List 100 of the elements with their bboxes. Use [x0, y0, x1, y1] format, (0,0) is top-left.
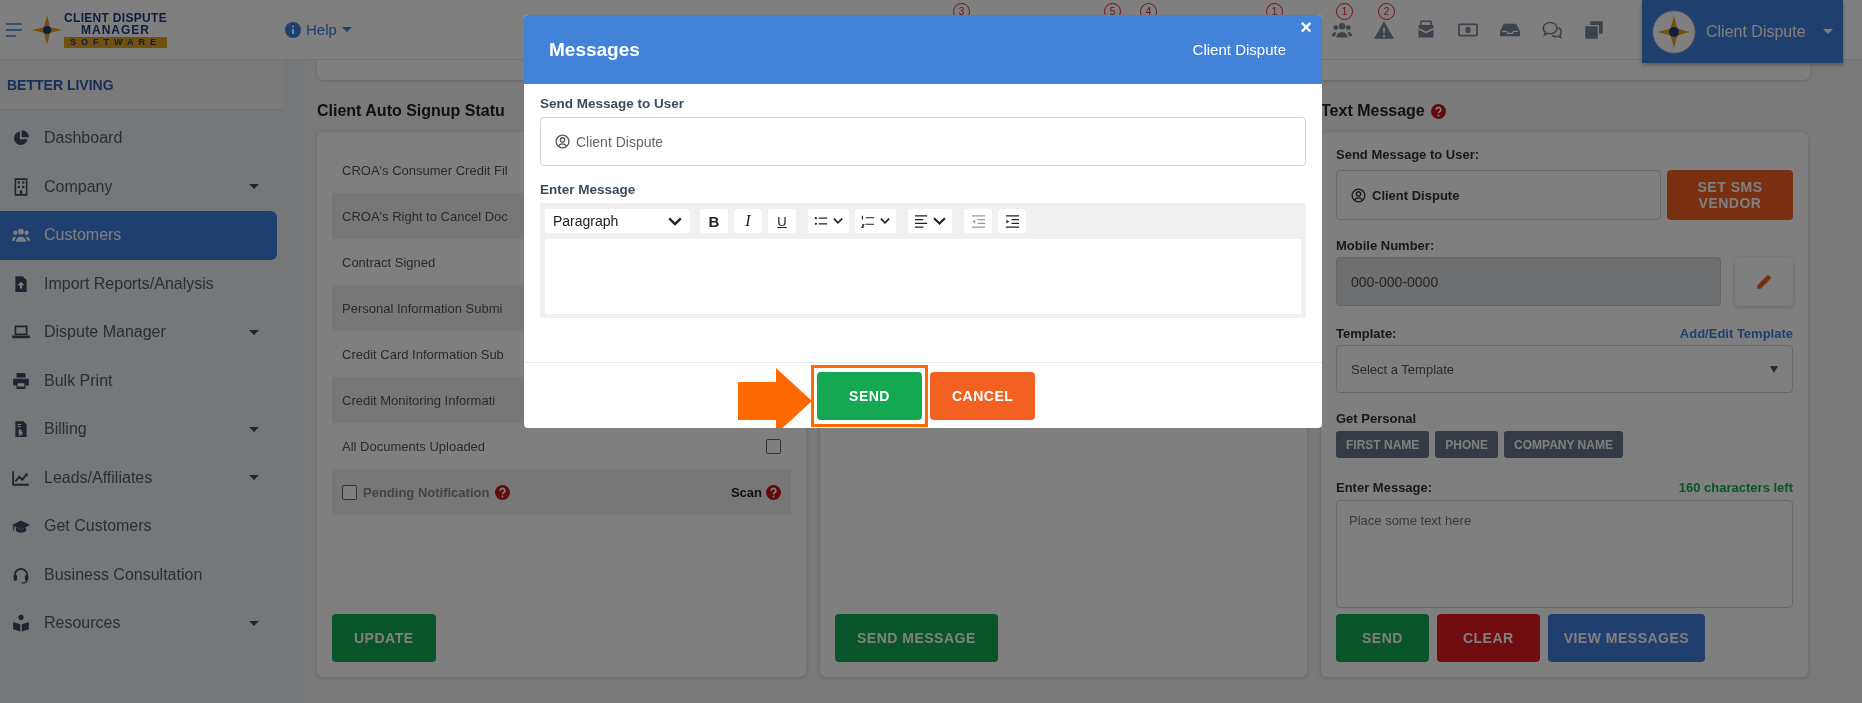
recipient-field[interactable]: Client Dispute: [1336, 170, 1661, 220]
chevron-icon: [880, 217, 890, 225]
align-left-icon: [914, 213, 929, 229]
bulleted-list-button[interactable]: [808, 209, 849, 233]
sidebar-item[interactable]: Dispute Manager: [0, 308, 277, 357]
invoice-icon: [12, 420, 30, 439]
sidebar-item[interactable]: Company: [0, 162, 277, 211]
template-select[interactable]: Select a Template: [1336, 345, 1793, 393]
field-label: Send Message to User: [540, 96, 686, 111]
building-icon: [12, 177, 30, 196]
character-counter: 160 characters left: [1678, 480, 1793, 495]
underline-button[interactable]: U: [768, 209, 796, 233]
notification-badge: 2: [1378, 2, 1395, 20]
pencil-icon: [1755, 272, 1773, 291]
dialog-subtitle: Client Dispute: [1192, 41, 1286, 58]
field-label: Mobile Number:: [1336, 238, 1436, 253]
copy-icon: [1584, 19, 1604, 40]
dropdown-arrow-icon: [1770, 365, 1778, 373]
bold-button[interactable]: B: [700, 209, 728, 233]
numbered-list-button[interactable]: [855, 209, 896, 233]
caret-icon: [1823, 29, 1833, 34]
caret-icon: [249, 184, 259, 190]
field-label: Enter Message:: [1336, 480, 1433, 495]
user-menu[interactable]: Client Dispute: [1642, 0, 1843, 63]
recipient-field[interactable]: Client Dispute: [540, 117, 1306, 166]
placeholder-tag-button[interactable]: COMPANY NAME: [1504, 431, 1623, 458]
chevron-icon: [833, 217, 843, 225]
status-label: All Documents Uploaded: [342, 438, 486, 454]
bulleted-list-icon: [814, 214, 829, 228]
notification-badge: 1: [1336, 2, 1353, 20]
status-label: CROA's Right to Cancel Doc: [342, 208, 508, 224]
chat-icon: [1542, 19, 1562, 40]
compass-star-icon: [32, 14, 62, 45]
placeholder-tag-button[interactable]: FIRST NAME: [1336, 431, 1430, 458]
book-reader-icon: [12, 614, 30, 633]
paragraph-format-select[interactable]: Paragraph: [545, 209, 690, 233]
user-icon: [1351, 187, 1366, 203]
sidebar-item[interactable]: Resources: [0, 599, 277, 648]
add-edit-template-link[interactable]: Add/Edit Template: [1679, 326, 1793, 341]
user-name: Client Dispute: [1706, 22, 1806, 41]
info-icon: [285, 21, 301, 38]
checkbox[interactable]: [766, 438, 781, 454]
action-button[interactable]: CLEAR: [1436, 614, 1540, 662]
dialog-title: Messages: [549, 38, 640, 61]
avatar-icon: [1652, 9, 1696, 54]
sidebar-item[interactable]: Bulk Print: [0, 356, 277, 405]
sidebar-item[interactable]: Dashboard: [0, 114, 277, 163]
line-chart-icon: [12, 468, 30, 487]
send-message-button[interactable]: SEND MESSAGE: [835, 614, 998, 662]
checkbox[interactable]: [342, 484, 357, 500]
message-textarea[interactable]: Place some text here: [1336, 500, 1793, 608]
sidebar-item[interactable]: Leads/Affiliates: [0, 453, 277, 502]
sidebar-item[interactable]: Billing: [0, 405, 277, 454]
send-button[interactable]: SEND: [817, 371, 922, 420]
help-icon: [766, 484, 781, 500]
file-upload-icon: [12, 274, 30, 293]
close-button[interactable]: ×: [1296, 16, 1316, 39]
set-sms-vendor-button[interactable]: SET SMS VENDOR: [1667, 170, 1793, 220]
scan-label: Scan: [730, 484, 762, 500]
align-button[interactable]: [908, 209, 952, 233]
sidebar-item[interactable]: Import Reports/Analysis: [0, 259, 277, 308]
status-label: Credit Card Information Sub: [342, 346, 504, 362]
status-label: CROA's Consumer Credit Fil: [342, 162, 508, 178]
warning-icon: [1374, 19, 1394, 40]
indent-icon: [1004, 213, 1020, 229]
mailbox-icon: [1416, 19, 1436, 40]
user-icon: [555, 134, 570, 149]
field-label: Enter Message: [540, 182, 637, 197]
numbered-list-icon: [861, 214, 876, 228]
caret-icon: [341, 27, 352, 32]
panel-title: Client Auto Signup Statu: [317, 102, 505, 120]
help-icon: [1430, 103, 1446, 119]
action-button[interactable]: SEND: [1336, 614, 1429, 662]
help-menu[interactable]: Help: [285, 21, 352, 38]
sidebar-item[interactable]: Business Consultation: [0, 550, 277, 599]
update-button[interactable]: UPDATE: [332, 614, 436, 662]
placeholder-tag-button[interactable]: PHONE: [1435, 431, 1499, 458]
sidebar-item[interactable]: Customers: [0, 211, 277, 260]
cancel-button[interactable]: CANCEL: [930, 371, 1035, 420]
panel-title: Text Message: [1321, 102, 1425, 120]
caret-icon: [249, 426, 259, 432]
status-label: Contract Signed: [342, 254, 436, 270]
company-name: BETTER LIVING: [0, 60, 283, 110]
caret-icon: [249, 475, 259, 481]
status-label: Credit Monitoring Informati: [342, 392, 496, 408]
indent-button[interactable]: [998, 209, 1026, 233]
outdent-icon: [970, 213, 986, 229]
headset-icon: [12, 565, 30, 584]
field-label: Get Personal: [1336, 411, 1418, 426]
field-label: Template:: [1336, 326, 1397, 341]
edit-button[interactable]: [1735, 257, 1793, 306]
outdent-button[interactable]: [964, 209, 992, 233]
caret-icon: [249, 620, 259, 626]
users-icon: [12, 226, 30, 245]
italic-button[interactable]: I: [734, 209, 762, 233]
logo-text: MANAGER: [81, 23, 150, 36]
chevron-icon: [933, 216, 946, 226]
action-button[interactable]: VIEW MESSAGES: [1547, 614, 1706, 662]
sidebar-item[interactable]: Get Customers: [0, 502, 277, 551]
help-icon: [495, 484, 511, 500]
